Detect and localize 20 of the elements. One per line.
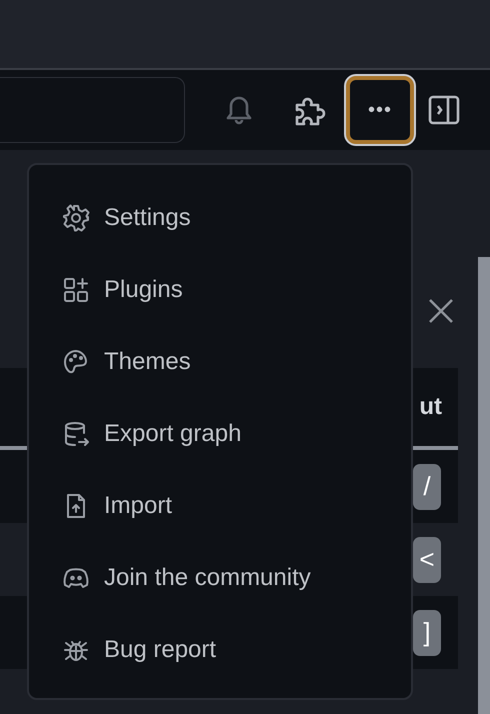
database-arrow-icon <box>62 420 90 448</box>
menu-item[interactable]: Bug report <box>29 614 411 686</box>
palette-icon <box>62 348 90 376</box>
close-icon[interactable] <box>428 298 454 324</box>
menu-item[interactable]: Import <box>29 470 411 542</box>
key-badge: / <box>413 464 441 510</box>
menu-item[interactable]: Settings <box>29 182 411 254</box>
settings-icon <box>62 204 90 232</box>
sidebar-toggle-icon[interactable] <box>428 94 460 126</box>
menu-item[interactable]: Export graph <box>29 398 411 470</box>
grid-plus-icon <box>62 276 90 304</box>
menu-item[interactable]: Themes <box>29 326 411 398</box>
scrollbar[interactable] <box>478 257 490 714</box>
search-field[interactable] <box>0 77 185 143</box>
key-badge: < <box>413 536 441 582</box>
key-badge: ] <box>413 610 441 656</box>
menu-item[interactable]: Join the community <box>29 542 411 614</box>
menu-item[interactable]: Plugins <box>29 254 411 326</box>
column-header: ut <box>419 393 442 421</box>
more-button[interactable]: ••• <box>346 76 414 144</box>
